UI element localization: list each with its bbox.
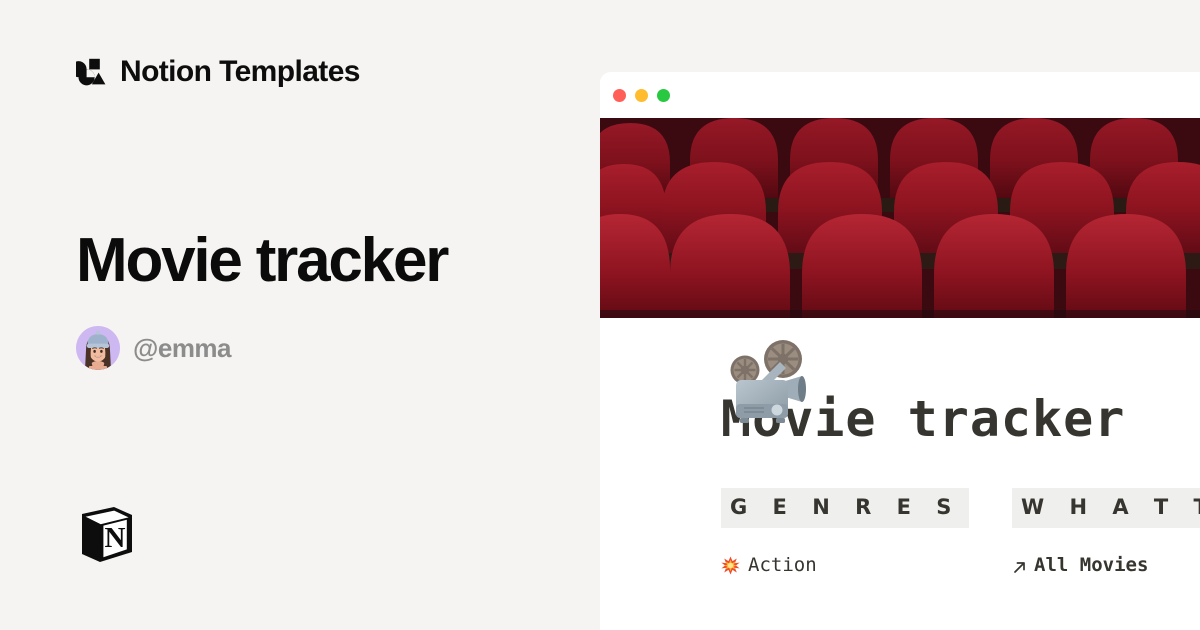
notion-document: Movie tracker G E N R E S Action W H A T… bbox=[600, 392, 1200, 577]
left-panel: Notion Templates Movie tracker @emma N bbox=[0, 0, 600, 630]
maximize-button[interactable] bbox=[657, 89, 670, 102]
svg-text:N: N bbox=[105, 522, 126, 554]
list-item-label: Action bbox=[748, 554, 817, 577]
section-heading-what: W H A T T bbox=[1012, 488, 1200, 529]
brand-name: Notion Templates bbox=[120, 55, 360, 88]
list-item[interactable]: Action bbox=[721, 554, 1012, 577]
close-button[interactable] bbox=[613, 89, 626, 102]
document-columns: G E N R E S Action W H A T T All Movies bbox=[721, 488, 1200, 577]
social-card: Notion Templates Movie tracker @emma N M… bbox=[0, 0, 1200, 630]
cover-image bbox=[600, 118, 1200, 318]
section-heading-genres: G E N R E S bbox=[721, 488, 970, 529]
notion-cube-logo-icon: N bbox=[78, 504, 136, 566]
author[interactable]: @emma bbox=[76, 326, 232, 370]
traffic-lights bbox=[613, 89, 670, 102]
column-genres: G E N R E S Action bbox=[721, 488, 1012, 577]
collision-emoji bbox=[721, 556, 740, 575]
page-icon-film-projector-emoji bbox=[720, 338, 812, 430]
browser-window: Movie tracker G E N R E S Action W H A T… bbox=[600, 72, 1200, 630]
link-label: All Movies bbox=[1034, 554, 1149, 577]
window-titlebar bbox=[600, 72, 1200, 118]
arrow-up-right-icon bbox=[1012, 558, 1027, 573]
link-all-movies[interactable]: All Movies bbox=[1012, 554, 1200, 577]
avatar bbox=[76, 326, 120, 370]
notion-templates-logo-icon bbox=[70, 57, 106, 87]
page-title: Movie tracker bbox=[76, 226, 449, 295]
column-what-to-watch: W H A T T All Movies bbox=[1012, 488, 1200, 577]
brand[interactable]: Notion Templates bbox=[70, 55, 360, 88]
author-handle: @emma bbox=[133, 333, 232, 363]
minimize-button[interactable] bbox=[635, 89, 648, 102]
